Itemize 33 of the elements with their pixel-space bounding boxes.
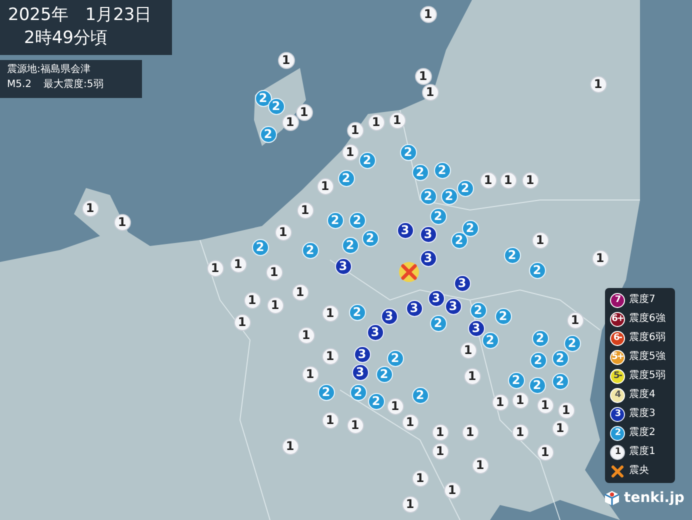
legend-label: 震度5強: [629, 350, 666, 364]
logo-text: tenki.jp: [624, 490, 684, 506]
intensity-symbol: 5-: [610, 368, 625, 384]
legend-label: 震度2: [629, 426, 656, 440]
intensity-marker: 1: [278, 52, 294, 68]
epicenter-icon: [399, 262, 419, 282]
intensity-marker: 1: [414, 68, 432, 84]
legend-label: 震度4: [629, 388, 656, 402]
date-text: 2025年 1月23日: [8, 4, 153, 27]
legend-label: 震度6弱: [629, 330, 666, 345]
legend-label: 震度3: [629, 406, 656, 421]
time-text: 2時49分頃: [23, 27, 108, 50]
intensity-symbol: 2: [610, 426, 625, 440]
cube-icon: [604, 490, 620, 506]
intensity-symbol: 6-: [610, 330, 625, 346]
intensity-marker: 1: [346, 122, 364, 138]
intensity-marker: 1: [422, 84, 438, 100]
intensity-symbol: 7: [610, 292, 625, 308]
intensity-symbol: 3: [610, 406, 625, 422]
intensity-symbol: 6+: [610, 312, 625, 326]
max-intensity-text: 最大震度:5弱: [44, 79, 104, 91]
legend-label: 震度7: [629, 292, 656, 307]
intensity-symbol: 1: [610, 444, 625, 460]
legend-label: 震度6強: [629, 312, 666, 326]
intensity-symbol: 5+: [610, 350, 625, 364]
epicenter-icon: [610, 464, 625, 478]
magnitude-text: M5.2: [7, 79, 32, 91]
epicenter-text: 震源地:福島県会津: [7, 64, 92, 76]
legend-label: 震度1: [629, 444, 656, 459]
intensity-marker: 1: [420, 6, 436, 22]
legend-label: 震度5弱: [629, 368, 666, 383]
intensity-symbol: 4: [610, 388, 625, 402]
legend-label: 震央: [629, 464, 649, 478]
